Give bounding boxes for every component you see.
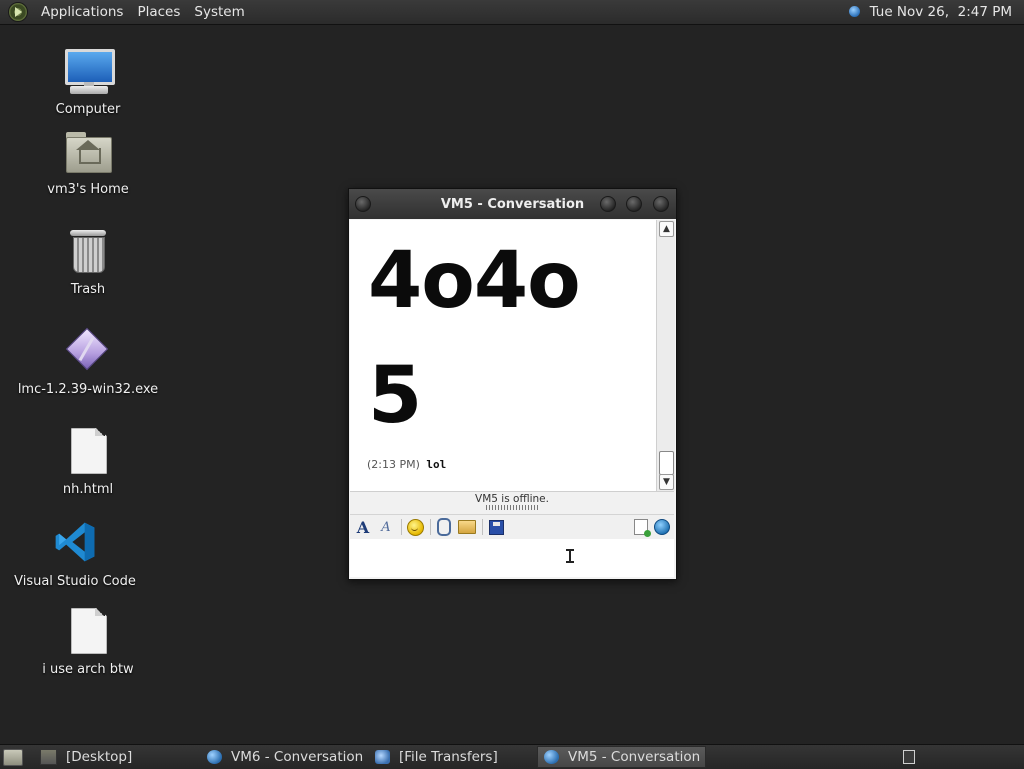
- desktop-icon-nh-html[interactable]: nh.html: [13, 426, 163, 497]
- vscode-icon: [49, 518, 101, 570]
- toolbar-separator: [401, 519, 402, 535]
- scroll-down-arrow-icon[interactable]: ▼: [659, 474, 674, 490]
- message-text: lol: [426, 458, 447, 471]
- send-file-button[interactable]: [457, 518, 477, 536]
- format-toolbar: A A: [350, 514, 674, 540]
- maximize-button[interactable]: [626, 196, 642, 212]
- applications-logo-icon[interactable]: [8, 2, 28, 22]
- desktop-icon-label: nh.html: [62, 482, 114, 497]
- toolbar-separator: [482, 519, 483, 535]
- attach-icon: [437, 518, 451, 536]
- desktop-icon-label: i use arch btw: [42, 662, 134, 677]
- history-button[interactable]: [654, 518, 674, 536]
- toolbar-separator: [430, 519, 431, 535]
- desktop-icon-arch-file[interactable]: i use arch btw: [13, 606, 163, 677]
- desktop-icon-trash[interactable]: Trash: [13, 226, 163, 297]
- menu-applications[interactable]: Applications: [34, 4, 130, 20]
- new-conversation-button[interactable]: [631, 518, 651, 537]
- window-titlebar[interactable]: VM5 - Conversation: [349, 189, 676, 219]
- smiley-button[interactable]: [405, 518, 425, 536]
- taskbar: [Desktop] VM6 - Conversation [File Trans…: [0, 744, 1024, 769]
- computer-icon: [62, 46, 115, 98]
- panel-tray: Tue Nov 26, 2:47 PM: [848, 4, 1024, 20]
- conversation-history[interactable]: 4o4o 5 (2:13 PM) lol: [350, 220, 656, 491]
- network-icon[interactable]: [848, 5, 862, 19]
- chat-icon: [544, 750, 559, 764]
- save-button[interactable]: [486, 518, 506, 536]
- window-title: VM5 - Conversation: [440, 196, 585, 212]
- desktop-icon-vscode[interactable]: Visual Studio Code: [0, 518, 150, 589]
- window-menu-button[interactable]: [355, 196, 371, 212]
- scrollbar-thumb[interactable]: [659, 451, 674, 475]
- text-cursor-icon: [566, 549, 574, 563]
- workspace-switcher[interactable]: [903, 750, 915, 764]
- message-input[interactable]: [350, 539, 674, 577]
- scroll-up-arrow-icon[interactable]: ▲: [659, 221, 674, 237]
- desktop-icon-home[interactable]: vm3's Home: [13, 126, 163, 197]
- history-icon: [654, 519, 670, 535]
- smiley-icon: [406, 518, 424, 536]
- save-icon: [488, 519, 504, 535]
- task-label: VM6 - Conversation: [231, 749, 364, 765]
- desktop-icon-label: lmc-1.2.39-win32.exe: [17, 382, 159, 397]
- desktop-icon-label: Computer: [55, 102, 121, 117]
- clock[interactable]: Tue Nov 26, 2:47 PM: [870, 4, 1012, 20]
- task-label: VM5 - Conversation: [568, 749, 701, 765]
- task-vm5-conversation[interactable]: VM5 - Conversation: [537, 746, 706, 768]
- font-style-icon[interactable]: A: [376, 518, 396, 536]
- desktop-icon-computer[interactable]: Computer: [13, 46, 163, 117]
- send-file-icon: [458, 520, 476, 534]
- file-icon: [62, 426, 114, 478]
- desktop-icon-exe[interactable]: lmc-1.2.39-win32.exe: [13, 326, 163, 397]
- file-icon: [62, 606, 114, 658]
- conversation-window: VM5 - Conversation 4o4o 5 (2:13 PM) lol …: [348, 188, 677, 580]
- desktop-icon-label: Trash: [70, 282, 106, 297]
- desktop-icon-label: vm3's Home: [47, 182, 129, 197]
- menu-system[interactable]: System: [187, 4, 251, 20]
- desktop-icon: [40, 749, 57, 765]
- history-scrollbar[interactable]: ▲ ▼: [656, 220, 675, 491]
- chat-icon: [207, 750, 222, 764]
- task-vm6-conversation[interactable]: VM6 - Conversation: [201, 746, 372, 768]
- message-big-text: 4o4o: [368, 236, 581, 326]
- executable-icon: [62, 326, 114, 378]
- trash-icon: [62, 226, 114, 278]
- status-text: VM5 is offline.: [475, 493, 549, 505]
- desktop-icon-label: Visual Studio Code: [14, 574, 136, 589]
- top-panel: Applications Places System Tue Nov 26, 2…: [0, 0, 1024, 25]
- status-bar: VM5 is offline.: [350, 491, 674, 514]
- font-icon[interactable]: A: [353, 518, 373, 537]
- close-button[interactable]: [653, 196, 669, 212]
- home-folder-icon: [62, 126, 114, 178]
- task-desktop[interactable]: [Desktop]: [34, 746, 200, 768]
- message-line: (2:13 PM) lol: [367, 458, 446, 471]
- task-label: [File Transfers]: [399, 749, 498, 765]
- pane-resize-grip[interactable]: [486, 505, 538, 510]
- message-timestamp: (2:13 PM): [367, 458, 420, 471]
- message-big-text: 5: [368, 351, 422, 441]
- task-file-transfers[interactable]: [File Transfers]: [369, 746, 540, 768]
- minimize-button[interactable]: [600, 196, 616, 212]
- new-conversation-icon: [634, 519, 651, 537]
- menu-places[interactable]: Places: [130, 4, 187, 20]
- task-label: [Desktop]: [66, 749, 133, 765]
- file-transfer-icon: [375, 750, 390, 764]
- show-desktop-icon[interactable]: [3, 749, 23, 766]
- attach-button[interactable]: [434, 518, 454, 536]
